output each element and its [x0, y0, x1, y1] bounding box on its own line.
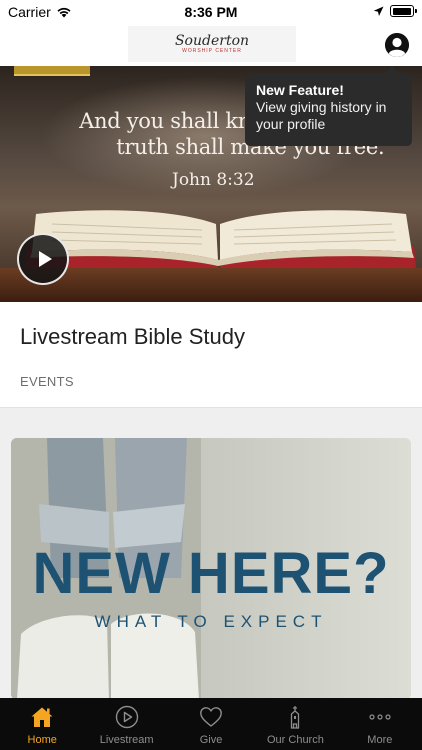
open-bible-image [24, 210, 416, 268]
home-icon [31, 707, 53, 727]
app-screen: Carrier 8:36 PM Souderton WORSHIP CENTER [0, 0, 422, 750]
card-category: EVENTS [20, 374, 74, 389]
battery-icon [390, 5, 417, 17]
play-button[interactable] [17, 233, 69, 285]
hero-book-edge [14, 66, 90, 76]
new-here-card[interactable]: NEW HERE? WHAT TO EXPECT [11, 438, 411, 698]
church-logo: Souderton WORSHIP CENTER [128, 26, 296, 62]
location-arrow-icon [373, 6, 384, 16]
tab-more-label: More [367, 734, 393, 746]
battery-fill [392, 7, 411, 15]
logo-subtitle: WORSHIP CENTER [182, 47, 242, 54]
status-time: 8:36 PM [184, 4, 238, 20]
hero-reference: John 8:32 [172, 170, 255, 190]
featured-card-info[interactable]: Livestream Bible Study EVENTS [0, 302, 422, 408]
tooltip-title: New Feature! [256, 82, 344, 98]
tab-livestream[interactable]: Livestream [84, 698, 168, 750]
app-header: Souderton WORSHIP CENTER [0, 24, 422, 66]
tab-give-label: Give [199, 734, 223, 746]
status-bar: Carrier 8:36 PM [0, 0, 422, 24]
status-right-group [373, 5, 417, 17]
church-icon [291, 706, 300, 729]
new-feature-tooltip[interactable]: New Feature! View giving history in your… [245, 66, 412, 146]
tab-home[interactable]: Home [0, 698, 84, 750]
tab-livestream-label: Livestream [99, 734, 154, 746]
bottom-tab-bar: Home Livestream Give Our Church More [0, 698, 422, 750]
logo-script: Souderton [174, 32, 250, 49]
user-avatar-icon [385, 33, 409, 57]
promo-headline: NEW HERE? [32, 541, 390, 606]
more-dots-icon [369, 714, 391, 720]
card-title: Livestream Bible Study [20, 324, 245, 349]
tab-more[interactable]: More [338, 698, 422, 750]
tab-give[interactable]: Give [169, 698, 253, 750]
tab-our-church[interactable]: Our Church [253, 698, 337, 750]
play-icon [38, 251, 52, 267]
promo-subline: WHAT TO EXPECT [94, 612, 328, 631]
profile-button[interactable] [385, 33, 409, 57]
play-circle-icon [115, 705, 138, 729]
tooltip-body: View giving history in your profile [256, 99, 387, 132]
tab-our-church-label: Our Church [266, 734, 324, 746]
content-feed[interactable]: And you shall know the truth shall make … [0, 66, 422, 698]
heart-icon [200, 707, 222, 727]
tab-home-label: Home [27, 734, 57, 746]
